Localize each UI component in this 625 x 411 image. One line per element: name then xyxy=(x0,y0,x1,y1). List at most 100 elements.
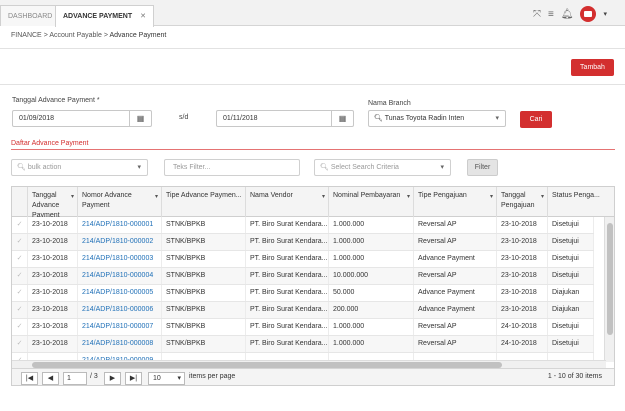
table-row[interactable]: ✓ 23-10-2018 214/ADP/1810-000008 STNK/BPKB P… xyxy=(12,336,594,353)
date-to-value: 01/11/2018 xyxy=(223,115,258,122)
grid-header: Tanggal Advance Payment ▾ Nomor Advance P… xyxy=(12,187,614,217)
table-row[interactable]: ✓ 23-10-2018 214/ADP/1810-000004 STNK/BPKB P… xyxy=(12,268,594,285)
table-cell: Disetujui xyxy=(548,251,594,267)
filter-button[interactable]: Filter xyxy=(467,159,498,176)
column-label: Tanggal Pengajuan xyxy=(501,192,535,209)
table-row[interactable]: ✓ 23-10-2018 214/ADP/1810-000007 STNK/BPKB P… xyxy=(12,319,594,336)
advance-payment-link[interactable]: 214/ADP/1810-000001 xyxy=(78,217,162,233)
chevron-down-icon: ▾ xyxy=(440,164,444,171)
calendar-icon[interactable]: ▦ xyxy=(129,111,151,126)
column-header[interactable]: Nomor Advance Payment ▾ xyxy=(78,187,162,217)
fullscreen-icon[interactable]: ⤧ xyxy=(533,9,541,20)
table-row[interactable]: ✓ 23-10-2018 214/ADP/1810-000002 STNK/BPKB P… xyxy=(12,234,594,251)
row-checkbox[interactable]: ✓ xyxy=(12,234,28,250)
scroll-thumb[interactable] xyxy=(607,223,613,335)
data-grid: Tanggal Advance Payment ▾ Nomor Advance P… xyxy=(11,186,615,386)
sort-icon[interactable]: ▾ xyxy=(155,192,158,202)
table-cell: Diajukan xyxy=(548,302,594,318)
select-all-checkbox[interactable] xyxy=(12,187,28,217)
menu-icon[interactable]: ≡ xyxy=(548,9,554,20)
breadcrumb-account-payable[interactable]: Account Payable xyxy=(49,32,102,39)
table-cell: Reversal AP xyxy=(414,268,497,284)
table-cell: 23-10-2018 xyxy=(497,234,548,250)
criteria-select[interactable]: 🔍︎ Select Search Criteria ▾ xyxy=(314,159,451,176)
table-cell: Disetujui xyxy=(548,268,594,284)
calendar-icon[interactable]: ▦ xyxy=(331,111,353,126)
date-from-field[interactable]: 01/09/2018 ▦ xyxy=(12,110,152,127)
bulk-action-select[interactable]: 🔍︎ bulk action ▾ xyxy=(11,159,148,176)
top-icons: ⤧ ≡ 🔔︎ ▾ xyxy=(533,6,607,22)
pager-info: 1 - 10 of 30 items xyxy=(547,373,602,380)
column-header[interactable]: Tanggal Advance Payment ▾ xyxy=(28,187,78,217)
column-header[interactable]: Tipe Advance Paymen... xyxy=(162,187,246,217)
vertical-scrollbar[interactable] xyxy=(604,217,614,362)
add-button[interactable]: Tambah xyxy=(571,59,614,76)
text-filter-input[interactable]: Teks Filter... xyxy=(164,159,300,176)
table-cell: 23-10-2018 xyxy=(28,336,78,352)
row-checkbox[interactable]: ✓ xyxy=(12,217,28,233)
table-row[interactable]: ✓ 23-10-2018 214/ADP/1810-000003 STNK/BPKB P… xyxy=(12,251,594,268)
column-header[interactable]: Nominal Pembayaran ▾ xyxy=(329,187,414,217)
row-checkbox[interactable]: ✓ xyxy=(12,268,28,284)
table-cell: 10.000.000 xyxy=(329,268,414,284)
prev-page-button[interactable]: ◀ xyxy=(42,372,59,385)
row-checkbox[interactable]: ✓ xyxy=(12,302,28,318)
chevron-down-icon: ▾ xyxy=(495,115,499,122)
row-checkbox[interactable]: ✓ xyxy=(12,336,28,352)
section-divider xyxy=(11,149,615,150)
advance-payment-link[interactable]: 214/ADP/1810-000002 xyxy=(78,234,162,250)
advance-payment-link[interactable]: 214/ADP/1810-000005 xyxy=(78,285,162,301)
table-cell: PT. Biro Surat Kendara... xyxy=(246,336,329,352)
sort-icon[interactable]: ▾ xyxy=(71,192,74,202)
row-checkbox[interactable]: ✓ xyxy=(12,251,28,267)
page-size-select[interactable]: 10 ▾ xyxy=(148,372,185,385)
tab-dashboard[interactable]: DASHBOARD xyxy=(0,5,61,26)
table-cell: 23-10-2018 xyxy=(497,285,548,301)
table-row[interactable]: ✓ 23-10-2018 214/ADP/1810-000001 STNK/BPKB P… xyxy=(12,217,594,234)
first-page-button[interactable]: |◀ xyxy=(21,372,38,385)
sort-icon[interactable]: ▾ xyxy=(490,192,493,202)
breadcrumb-finance[interactable]: FINANCE xyxy=(11,32,42,39)
column-header[interactable]: Status Penga... xyxy=(548,187,614,217)
row-checkbox[interactable]: ✓ xyxy=(12,319,28,335)
horizontal-scrollbar[interactable] xyxy=(12,360,606,368)
date-to-field[interactable]: 01/11/2018 ▦ xyxy=(216,110,354,127)
bell-icon[interactable]: 🔔︎ xyxy=(561,9,574,20)
advance-payment-link[interactable]: 214/ADP/1810-000007 xyxy=(78,319,162,335)
search-button[interactable]: Cari xyxy=(520,111,552,128)
table-cell: PT. Biro Surat Kendara... xyxy=(246,285,329,301)
table-cell: STNK/BPKB xyxy=(162,319,246,335)
table-row[interactable]: ✓ 23-10-2018 214/ADP/1810-000006 STNK/BPKB P… xyxy=(12,302,594,319)
advance-payment-link[interactable]: 214/ADP/1810-000003 xyxy=(78,251,162,267)
advance-payment-link[interactable]: 214/ADP/1810-000004 xyxy=(78,268,162,284)
avatar[interactable] xyxy=(580,6,597,22)
sort-icon[interactable]: ▾ xyxy=(322,192,325,202)
chevron-down-icon: ▾ xyxy=(137,164,141,171)
breadcrumb-separator: > xyxy=(103,32,108,39)
column-header[interactable]: Nama Vendor ▾ xyxy=(246,187,329,217)
advance-payment-link[interactable]: 214/ADP/1810-000008 xyxy=(78,336,162,352)
pager: |◀ ◀ 1 / 3 ▶ ▶| 10 ▾ items per page 1 - 1… xyxy=(12,368,614,385)
advance-payment-link[interactable]: 214/ADP/1810-000006 xyxy=(78,302,162,318)
column-header[interactable]: Tipe Pengajuan ▾ xyxy=(414,187,497,217)
chevron-down-icon[interactable]: ▾ xyxy=(603,10,607,18)
column-label: Nama Vendor xyxy=(250,192,293,199)
branch-select[interactable]: 🔍︎ Tunas Toyota Radin Inten ▾ xyxy=(368,110,506,127)
page-input[interactable]: 1 xyxy=(63,372,87,385)
column-label: Nomor Advance Payment xyxy=(82,192,132,209)
row-checkbox[interactable]: ✓ xyxy=(12,285,28,301)
next-page-button[interactable]: ▶ xyxy=(104,372,121,385)
search-icon: 🔍︎ xyxy=(374,115,383,122)
column-header[interactable]: Tanggal Pengajuan ▾ xyxy=(497,187,548,217)
search-icon: 🔍︎ xyxy=(320,164,329,171)
table-cell: Advance Payment xyxy=(414,285,497,301)
sort-icon[interactable]: ▾ xyxy=(407,192,410,202)
close-icon[interactable]: ✕ xyxy=(140,13,146,20)
criteria-value: Select Search Criteria xyxy=(330,164,399,171)
table-cell: Disetujui xyxy=(548,234,594,250)
last-page-button[interactable]: ▶| xyxy=(125,372,142,385)
tab-advance-payment[interactable]: ADVANCE PAYMENT ✕ xyxy=(55,5,154,27)
sort-icon[interactable]: ▾ xyxy=(541,192,544,202)
table-row[interactable]: ✓ 23-10-2018 214/ADP/1810-000005 STNK/BPKB P… xyxy=(12,285,594,302)
items-per-page-label: items per page xyxy=(189,373,236,380)
